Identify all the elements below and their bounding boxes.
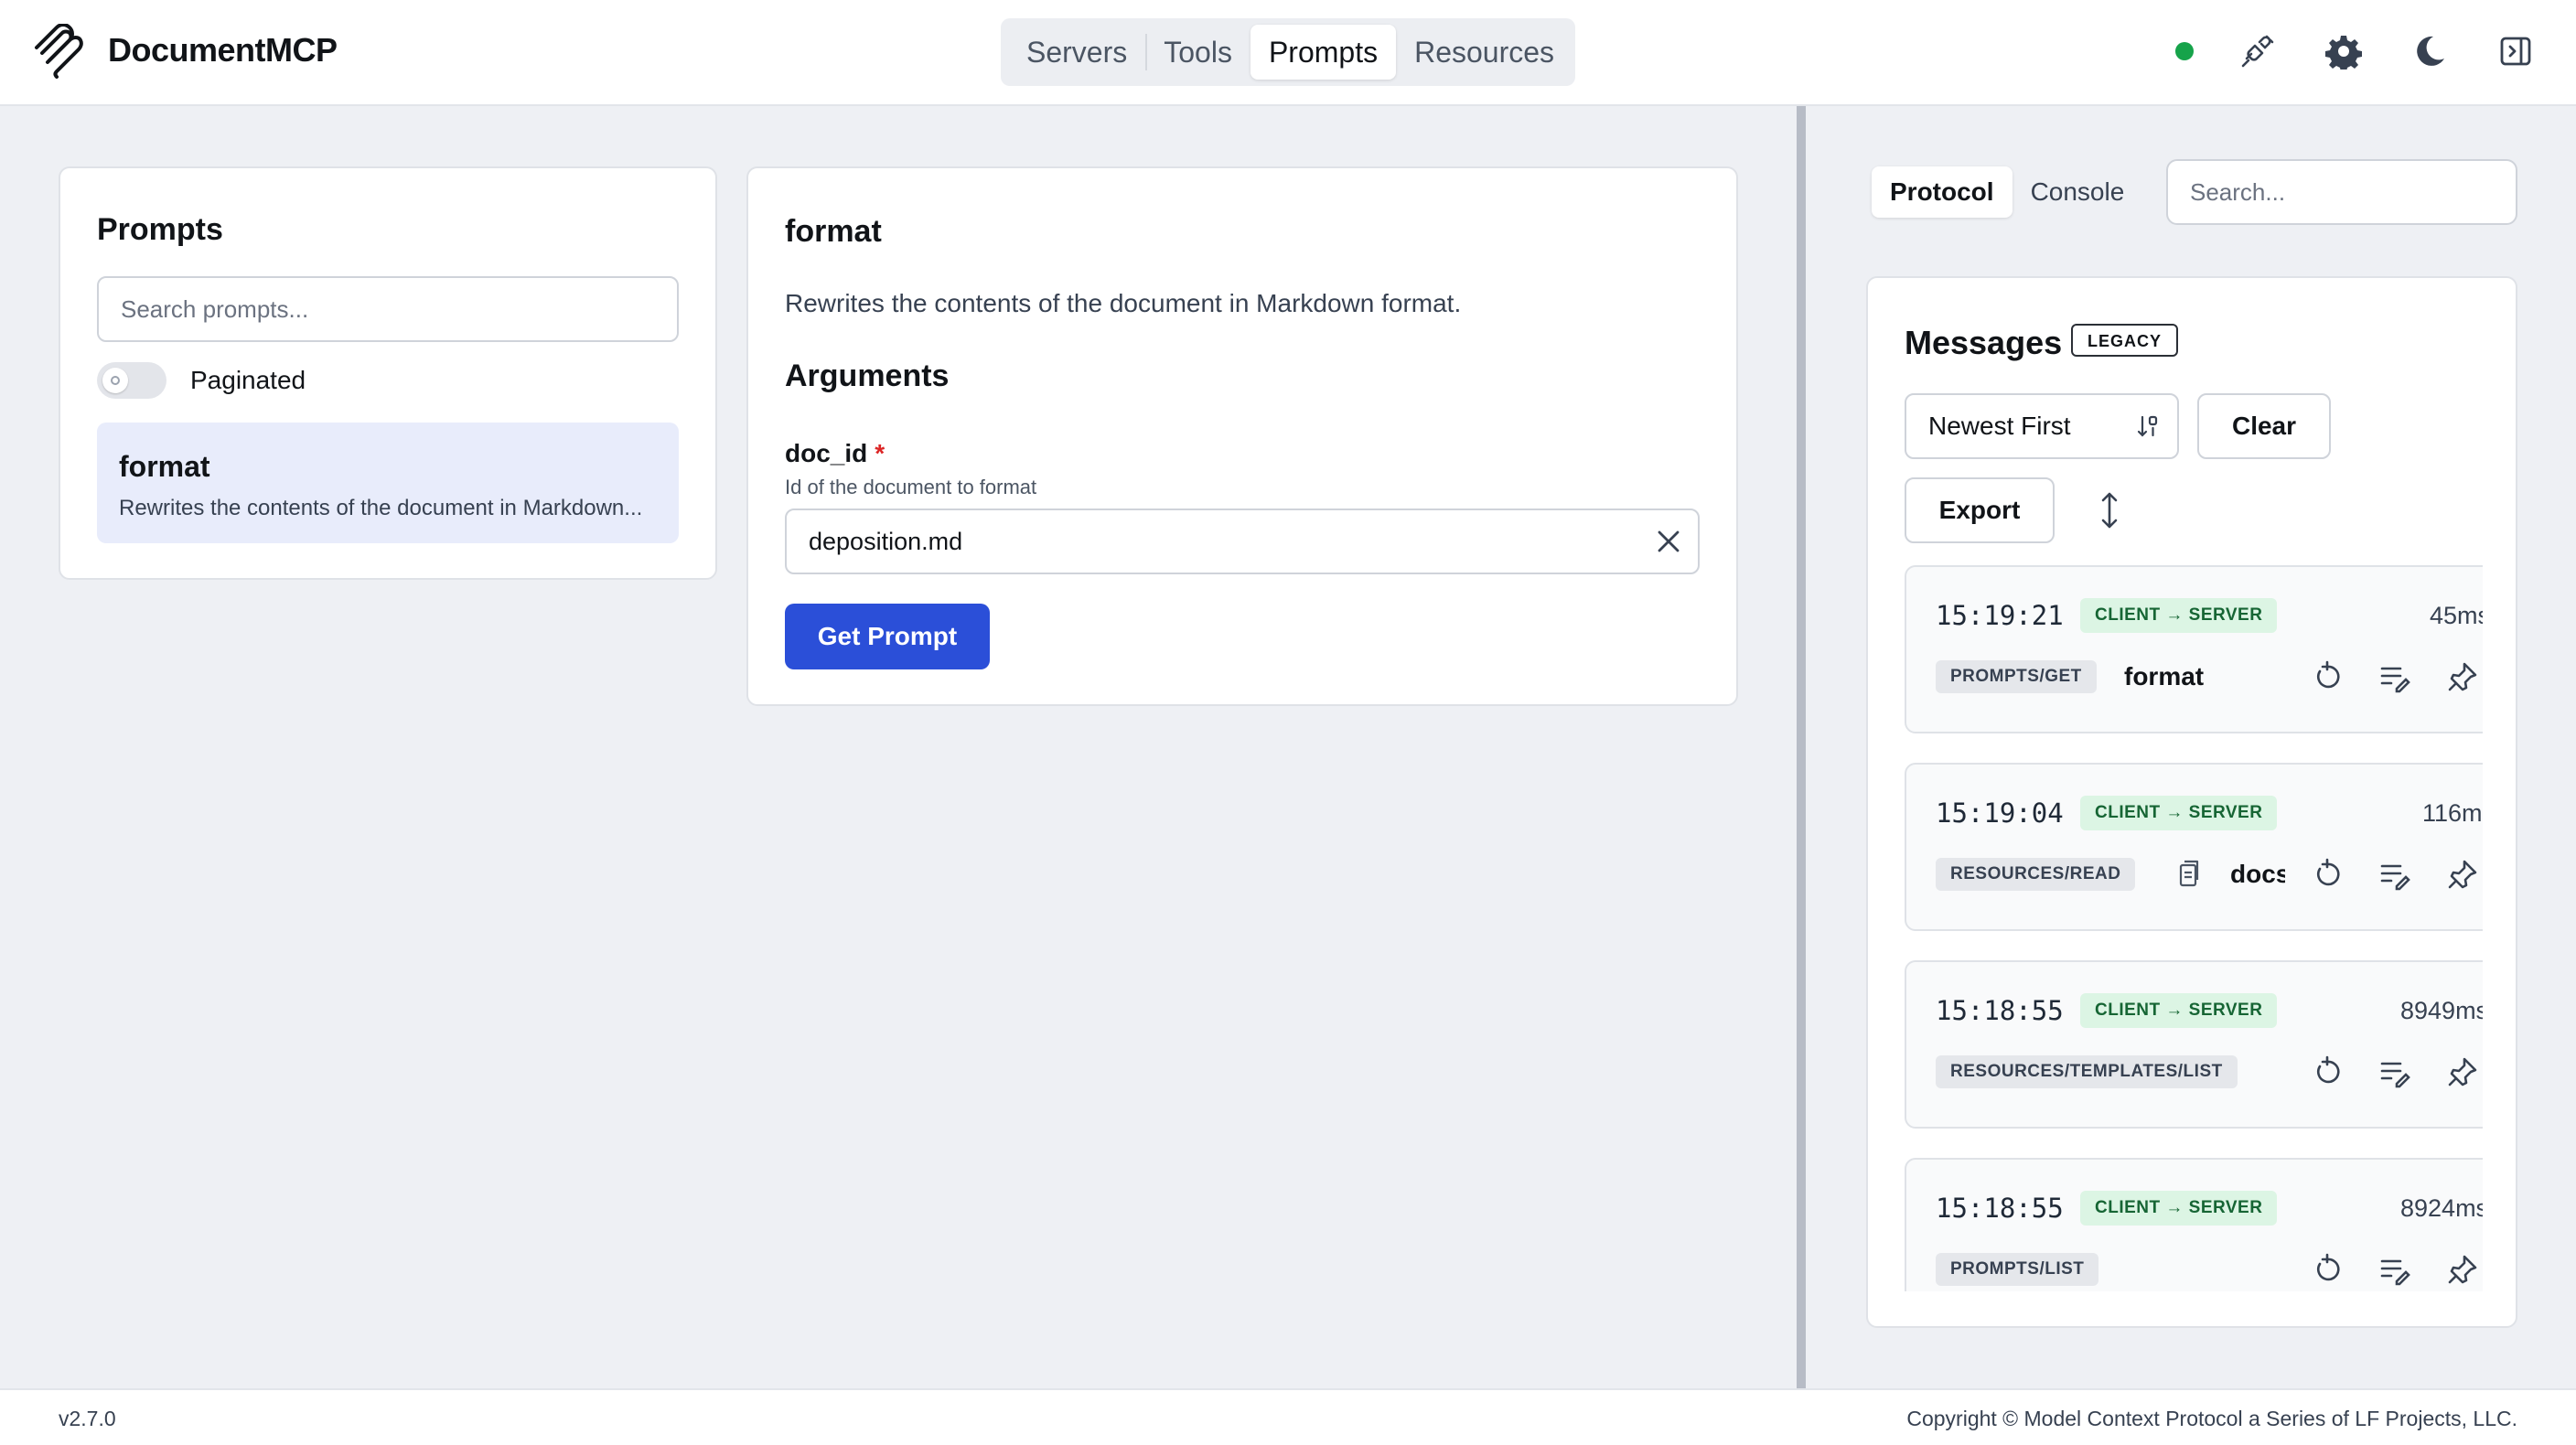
close-icon[interactable] <box>1652 525 1685 558</box>
copy-icon[interactable] <box>2172 858 2205 891</box>
tab-protocol[interactable]: Protocol <box>1872 166 2012 218</box>
messages-title: Messages <box>1905 324 2063 361</box>
app-header: DocumentMCP Servers Tools Prompts Resour… <box>0 0 2576 106</box>
prompt-list-item[interactable]: format Rewrites the contents of the docu… <box>97 423 679 543</box>
message-time: 15:19:04 <box>1936 797 2064 829</box>
tab-console[interactable]: Console <box>2012 166 2143 218</box>
main-nav: Servers Tools Prompts Resources <box>1001 18 1575 86</box>
prompt-detail-description: Rewrites the contents of the document in… <box>785 289 1462 317</box>
copyright-text: Copyright © Model Context Protocol a Ser… <box>1906 1407 2517 1430</box>
message-time: 15:19:21 <box>1936 600 2064 631</box>
header-actions <box>2175 29 2538 73</box>
connection-icon[interactable] <box>2236 29 2280 73</box>
edit-list-icon[interactable] <box>2378 660 2411 693</box>
sidebar-toggle-icon[interactable] <box>2494 29 2538 73</box>
toggle-knob <box>102 368 128 393</box>
direction-badge: CLIENT → SERVER <box>2080 598 2278 633</box>
tab-tools[interactable]: Tools <box>1145 25 1250 80</box>
legacy-badge: LEGACY <box>2071 324 2179 357</box>
panel-resize-handle[interactable] <box>1797 106 1806 1388</box>
log-search-input[interactable] <box>2166 159 2517 225</box>
export-button[interactable]: Export <box>1905 477 2055 543</box>
argument-name: doc_id <box>785 439 868 467</box>
prompt-item-name: format <box>119 450 210 483</box>
message-row[interactable]: 15:19:04 CLIENT → SERVER 116ms RESOURCES… <box>1905 763 2483 931</box>
messages-panel: Messages LEGACY Newest First Clear Expor… <box>1866 276 2517 1328</box>
edit-list-icon[interactable] <box>2378 1055 2411 1088</box>
message-time: 15:18:55 <box>1936 995 2064 1026</box>
replay-icon[interactable] <box>2311 660 2344 693</box>
message-time: 15:18:55 <box>1936 1193 2064 1224</box>
pin-icon[interactable] <box>2446 660 2479 693</box>
message-name: format <box>2124 662 2205 690</box>
prompt-search-input[interactable] <box>97 276 679 342</box>
pin-icon[interactable] <box>2446 1055 2479 1088</box>
argument-description: Id of the document to format <box>785 476 1037 498</box>
doc-id-input[interactable] <box>785 508 1700 574</box>
message-duration: 8924ms <box>2400 1194 2483 1222</box>
paginated-toggle[interactable] <box>97 362 166 399</box>
sort-icon <box>2135 413 2161 439</box>
message-name: docs <box>2230 860 2285 888</box>
message-row[interactable]: 15:18:55 CLIENT → SERVER 8949ms RESOURCE… <box>1905 960 2483 1129</box>
direction-badge: CLIENT → SERVER <box>2080 1191 2278 1226</box>
method-badge: RESOURCES/READ <box>1936 858 2136 891</box>
argument-label: doc_id * <box>785 439 885 468</box>
get-prompt-button[interactable]: Get Prompt <box>785 604 990 669</box>
expand-vertical-icon[interactable] <box>2091 490 2128 530</box>
replay-icon[interactable] <box>2311 1253 2344 1286</box>
prompts-panel: Prompts Paginated format Rewrites the co… <box>59 166 717 580</box>
pin-icon[interactable] <box>2446 858 2479 891</box>
app-title: DocumentMCP <box>108 31 338 69</box>
edit-list-icon[interactable] <box>2378 1253 2411 1286</box>
replay-icon[interactable] <box>2311 1055 2344 1088</box>
direction-badge: CLIENT → SERVER <box>2080 993 2278 1028</box>
method-badge: RESOURCES/TEMPLATES/LIST <box>1936 1055 2238 1088</box>
moon-icon[interactable] <box>2408 29 2452 73</box>
pin-icon[interactable] <box>2446 1253 2479 1286</box>
message-row[interactable]: 15:19:21 CLIENT → SERVER 45ms PROMPTS/GE… <box>1905 565 2483 733</box>
method-badge: PROMPTS/LIST <box>1936 1253 2099 1286</box>
direction-badge: CLIENT → SERVER <box>2080 796 2278 830</box>
prompts-panel-title: Prompts <box>97 212 223 247</box>
sort-order-value: Newest First <box>1928 412 2071 440</box>
arguments-heading: Arguments <box>785 359 950 393</box>
version-label: v2.7.0 <box>59 1407 116 1430</box>
message-duration: 45ms <box>2430 602 2483 629</box>
tab-prompts[interactable]: Prompts <box>1250 25 1397 80</box>
edit-list-icon[interactable] <box>2378 858 2411 891</box>
prompt-item-description: Rewrites the contents of the document in… <box>119 496 643 520</box>
logo-icon <box>29 24 84 79</box>
tab-servers[interactable]: Servers <box>1008 25 1145 80</box>
required-mark: * <box>875 439 886 467</box>
app-footer: v2.7.0 Copyright © Model Context Protoco… <box>0 1388 2576 1445</box>
message-list: 15:19:21 CLIENT → SERVER 45ms PROMPTS/GE… <box>1905 565 2483 1291</box>
log-tabs: Protocol Console <box>1872 166 2142 218</box>
method-badge: PROMPTS/GET <box>1936 660 2097 693</box>
message-duration: 116ms <box>2422 799 2483 827</box>
paginated-label: Paginated <box>190 366 306 394</box>
connection-status-dot <box>2175 42 2194 60</box>
gear-icon[interactable] <box>2322 29 2366 73</box>
sort-order-select[interactable]: Newest First <box>1905 393 2179 459</box>
prompt-detail-panel: format Rewrites the contents of the docu… <box>746 166 1738 706</box>
clear-button[interactable]: Clear <box>2197 393 2331 459</box>
prompt-detail-title: format <box>785 214 882 249</box>
message-duration: 8949ms <box>2400 997 2483 1024</box>
replay-icon[interactable] <box>2311 858 2344 891</box>
tab-resources[interactable]: Resources <box>1396 25 1572 80</box>
message-row[interactable]: 15:18:55 CLIENT → SERVER 8924ms PROMPTS/… <box>1905 1158 2483 1291</box>
